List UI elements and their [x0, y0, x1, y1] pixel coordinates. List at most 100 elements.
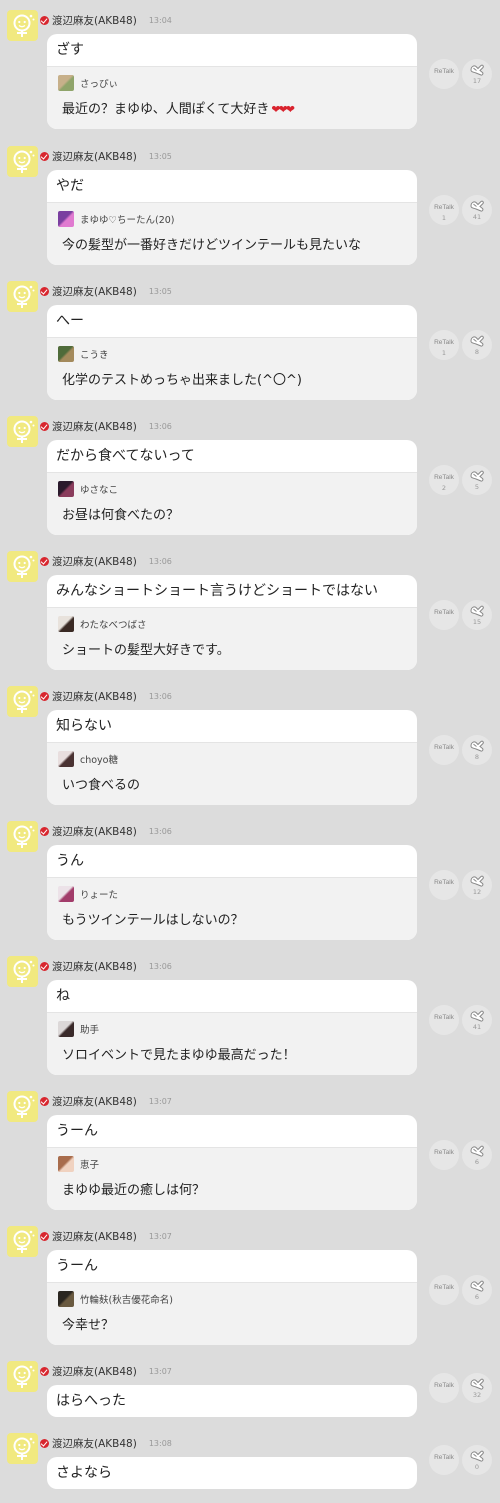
- avatar[interactable]: [7, 281, 38, 312]
- commenter-text: まゆゆ最近の癒しは何？: [62, 1183, 206, 1198]
- reply-text: うーん: [56, 1123, 98, 1139]
- like-button[interactable]: 0: [462, 1445, 492, 1475]
- avatar[interactable]: [7, 686, 38, 717]
- avatar[interactable]: [7, 416, 38, 447]
- like-button[interactable]: 15: [462, 600, 492, 630]
- post-header: 渡辺麻友(AKB48) 13:05: [40, 284, 172, 299]
- like-button[interactable]: 6: [462, 1275, 492, 1305]
- quoted-comment[interactable]: さっぴぃ 最近の？まゆゆ、人間ぽくて大好き ❤❤❤: [47, 66, 417, 129]
- message-bubble[interactable]: はらへった: [47, 1385, 417, 1417]
- like-button[interactable]: 12: [462, 870, 492, 900]
- like-count: 15: [472, 618, 482, 626]
- poster-name[interactable]: 渡辺麻友(AKB48): [52, 419, 137, 434]
- like-count: 0: [474, 1463, 480, 1471]
- avatar[interactable]: [7, 1091, 38, 1122]
- quoted-comment[interactable]: choyo糖 いつ食べるの: [47, 742, 417, 805]
- retalk-button[interactable]: ReTalk 2: [429, 465, 459, 495]
- commenter-text: お昼は何食べたの？: [62, 508, 180, 523]
- avatar[interactable]: [7, 956, 38, 987]
- heart-emoji: ❤❤❤: [271, 103, 295, 116]
- reply-text: うん: [56, 853, 84, 869]
- quoted-comment[interactable]: まゆゆ♡ちーたん(20) 今の髪型が一番好きだけどツインテールも見たいな: [47, 202, 417, 265]
- retalk-button[interactable]: ReTalk: [429, 1373, 459, 1403]
- verified-icon: [40, 1367, 49, 1376]
- poster-name[interactable]: 渡辺麻友(AKB48): [52, 1229, 137, 1244]
- timestamp: 13:07: [148, 1367, 172, 1376]
- talk-post: 渡辺麻友(AKB48) 13:07 うーん 恵子 まゆゆ最近の癒しは何？ ReT…: [0, 1091, 500, 1214]
- like-button[interactable]: 41: [462, 195, 492, 225]
- poster-name[interactable]: 渡辺麻友(AKB48): [52, 554, 137, 569]
- message-bubble[interactable]: ね 助手 ソロイベントで見たまゆゆ最高だった！: [47, 980, 417, 1075]
- quoted-comment[interactable]: わたなべつばさ ショートの髪型大好きです。: [47, 607, 417, 670]
- yellow-face-icon: [13, 14, 35, 37]
- avatar[interactable]: [7, 821, 38, 852]
- retalk-button[interactable]: ReTalk: [429, 870, 459, 900]
- like-button[interactable]: 6: [462, 1140, 492, 1170]
- retalk-button[interactable]: ReTalk: [429, 1005, 459, 1035]
- message-bubble[interactable]: うん りょーた もうツインテールはしないの？: [47, 845, 417, 940]
- commenter-name: 恵子: [80, 1160, 100, 1171]
- like-button[interactable]: 41: [462, 1005, 492, 1035]
- commenter-name: りょーた: [80, 890, 119, 901]
- commenter-avatar: [58, 1021, 74, 1037]
- retalk-button[interactable]: ReTalk 1: [429, 195, 459, 225]
- commenter-avatar: [58, 75, 74, 91]
- poster-name[interactable]: 渡辺麻友(AKB48): [52, 284, 137, 299]
- poster-name[interactable]: 渡辺麻友(AKB48): [52, 689, 137, 704]
- retalk-button[interactable]: ReTalk: [429, 1275, 459, 1305]
- poster-name[interactable]: 渡辺麻友(AKB48): [52, 959, 137, 974]
- timestamp: 13:07: [148, 1097, 172, 1106]
- message-bubble[interactable]: 知らない choyo糖 いつ食べるの: [47, 710, 417, 805]
- yellow-face-icon: [13, 1095, 35, 1118]
- poster-name[interactable]: 渡辺麻友(AKB48): [52, 149, 137, 164]
- quoted-comment[interactable]: 恵子 まゆゆ最近の癒しは何？: [47, 1147, 417, 1210]
- post-header: 渡辺麻友(AKB48) 13:04: [40, 13, 172, 28]
- poster-name[interactable]: 渡辺麻友(AKB48): [52, 1094, 137, 1109]
- avatar[interactable]: [7, 1361, 38, 1392]
- commenter-text: 今の髪型が一番好きだけどツインテールも見たいな: [62, 238, 362, 253]
- post-header: 渡辺麻友(AKB48) 13:06: [40, 689, 172, 704]
- message-bubble[interactable]: うーん 恵子 まゆゆ最近の癒しは何？: [47, 1115, 417, 1210]
- quoted-comment[interactable]: こうき 化学のテストめっちゃ出来ました(^〇^): [47, 337, 417, 400]
- like-button[interactable]: 32: [462, 1373, 492, 1403]
- talk-post: 渡辺麻友(AKB48) 13:07 うーん 竹輪麸(秋吉優花命名) 今幸せ？ R…: [0, 1226, 500, 1349]
- quoted-comment[interactable]: 竹輪麸(秋吉優花命名) 今幸せ？: [47, 1282, 417, 1345]
- like-button[interactable]: 17: [462, 59, 492, 89]
- retalk-button[interactable]: ReTalk: [429, 735, 459, 765]
- message-bubble[interactable]: ざす さっぴぃ 最近の？まゆゆ、人間ぽくて大好き ❤❤❤: [47, 34, 417, 129]
- commenter-avatar: [58, 886, 74, 902]
- poster-name[interactable]: 渡辺麻友(AKB48): [52, 1364, 137, 1379]
- poster-name[interactable]: 渡辺麻友(AKB48): [52, 824, 137, 839]
- retalk-button[interactable]: ReTalk: [429, 1140, 459, 1170]
- retalk-label: ReTalk: [434, 68, 454, 75]
- yellow-face-icon: [13, 150, 35, 173]
- avatar[interactable]: [7, 551, 38, 582]
- quoted-comment[interactable]: りょーた もうツインテールはしないの？: [47, 877, 417, 940]
- avatar[interactable]: [7, 1226, 38, 1257]
- like-count: 5: [474, 483, 480, 491]
- like-button[interactable]: 8: [462, 735, 492, 765]
- retalk-label: ReTalk: [434, 879, 454, 886]
- retalk-button[interactable]: ReTalk: [429, 59, 459, 89]
- message-bubble[interactable]: みんなショートショート言うけどショートではない わたなべつばさ ショートの髪型大…: [47, 575, 417, 670]
- poster-name[interactable]: 渡辺麻友(AKB48): [52, 13, 137, 28]
- quoted-comment[interactable]: ゆさなこ お昼は何食べたの？: [47, 472, 417, 535]
- commenter-avatar: [58, 481, 74, 497]
- message-bubble[interactable]: だから食べてないって ゆさなこ お昼は何食べたの？: [47, 440, 417, 535]
- message-bubble[interactable]: へー こうき 化学のテストめっちゃ出来ました(^〇^): [47, 305, 417, 400]
- like-button[interactable]: 8: [462, 330, 492, 360]
- quoted-comment[interactable]: 助手 ソロイベントで見たまゆゆ最高だった！: [47, 1012, 417, 1075]
- message-bubble[interactable]: やだ まゆゆ♡ちーたん(20) 今の髪型が一番好きだけどツインテールも見たいな: [47, 170, 417, 265]
- retalk-button[interactable]: ReTalk: [429, 600, 459, 630]
- avatar[interactable]: [7, 10, 38, 41]
- avatar[interactable]: [7, 146, 38, 177]
- message-bubble[interactable]: うーん 竹輪麸(秋吉優花命名) 今幸せ？: [47, 1250, 417, 1345]
- retalk-button[interactable]: ReTalk 1: [429, 330, 459, 360]
- like-button[interactable]: 5: [462, 465, 492, 495]
- retalk-button[interactable]: ReTalk: [429, 1445, 459, 1475]
- post-header: 渡辺麻友(AKB48) 13:06: [40, 959, 172, 974]
- avatar[interactable]: [7, 1433, 38, 1464]
- message-bubble[interactable]: さよなら: [47, 1457, 417, 1489]
- retalk-label: ReTalk: [434, 1284, 454, 1291]
- poster-name[interactable]: 渡辺麻友(AKB48): [52, 1436, 137, 1451]
